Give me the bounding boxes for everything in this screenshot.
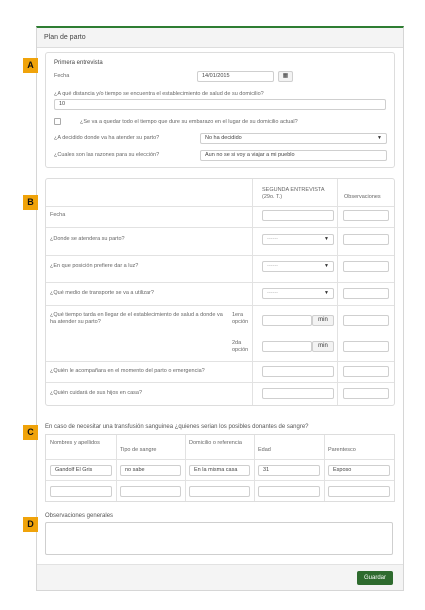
donante1-parentesco-input[interactable]: Esposo xyxy=(328,465,390,476)
header-parentesco: Parentesco xyxy=(328,447,356,453)
section-a: Primera entrevista Fecha 14/01/2015 ▦ ¿A… xyxy=(45,52,395,168)
primera-entrevista-heading: Primera entrevista xyxy=(54,60,103,66)
col-segunda-header: SEGUNDA ENTREVISTA (29o. T.) xyxy=(262,187,325,200)
opcion2-min-addon: min xyxy=(312,341,334,352)
section-a-badge: A xyxy=(23,58,38,73)
fecha-obs-input[interactable] xyxy=(343,210,389,221)
opcion1-obs-input[interactable] xyxy=(343,315,389,326)
razones-label: ¿Cuales son las razones para su elección… xyxy=(54,152,160,158)
quedar-label: ¿Se va a quedar todo el tiempo que dure … xyxy=(80,119,298,125)
donante1-tipo-input[interactable]: no sabe xyxy=(120,465,181,476)
donantes-question: En caso de necesitar una transfusión san… xyxy=(45,424,309,430)
row-cuidara-label: ¿Quién cuidará de sus hijos en casa? xyxy=(50,390,143,396)
section-c-badge: C xyxy=(23,425,38,440)
row-acompanara-label: ¿Quién le acompañara en el momento del p… xyxy=(50,368,205,374)
opcion1-min-addon: min xyxy=(312,315,334,326)
opcion2-obs-input[interactable] xyxy=(343,341,389,352)
opcion2-input[interactable] xyxy=(262,341,312,352)
donante1-edad-input[interactable]: 31 xyxy=(258,465,320,476)
distancia-label: ¿A qué distancia y/o tiempo se encuentra… xyxy=(54,91,264,97)
row-divider xyxy=(46,361,394,362)
atender-select[interactable]: No ha decidido xyxy=(200,133,387,144)
panel-title: Plan de parto xyxy=(37,28,403,48)
row-divider xyxy=(46,480,394,481)
row-posicion-label: ¿En que posición prefiere dar a luz? xyxy=(50,263,139,269)
section-b-badge: B xyxy=(23,195,38,210)
transporte-obs-input[interactable] xyxy=(343,288,389,299)
row-divider xyxy=(46,227,394,228)
col-divider xyxy=(185,435,186,501)
posicion-select[interactable]: ------ xyxy=(262,261,334,272)
row-divider xyxy=(46,255,394,256)
cuidara-input[interactable] xyxy=(262,388,334,399)
razones-input[interactable]: Aun no se si voy a viajar a mi pueblo xyxy=(200,150,387,161)
donante1-domicilio-input[interactable]: En la misma casa xyxy=(189,465,250,476)
section-d-badge: D xyxy=(23,517,38,532)
row-fecha-label: Fecha xyxy=(50,212,66,218)
header-domicilio: Domicilio o referencia xyxy=(189,440,242,446)
panel-footer xyxy=(37,564,403,590)
donante2-domicilio-input[interactable] xyxy=(189,486,250,497)
observaciones-generales-label: Observaciones generales xyxy=(45,513,114,519)
header-nombres: Nombres y apellidos xyxy=(50,440,100,446)
col-divider xyxy=(324,435,325,501)
row-divider xyxy=(46,382,394,383)
donde-select[interactable]: ------ xyxy=(262,234,334,245)
col-divider xyxy=(254,435,255,501)
col-divider xyxy=(252,179,253,405)
fecha-label: Fecha xyxy=(54,73,70,79)
distancia-input[interactable]: 10 xyxy=(54,99,386,110)
row-divider xyxy=(46,305,394,306)
donante2-nombre-input[interactable] xyxy=(50,486,112,497)
fecha2-input[interactable] xyxy=(262,210,334,221)
observaciones-generales-textarea[interactable] xyxy=(45,522,393,555)
col-divider xyxy=(116,435,117,501)
acompanara-input[interactable] xyxy=(262,366,334,377)
acompanara-obs-input[interactable] xyxy=(343,366,389,377)
donante1-nombre-input[interactable]: Gandolf El Gris xyxy=(50,465,112,476)
donante2-tipo-input[interactable] xyxy=(120,486,181,497)
header-edad: Edad xyxy=(258,447,271,453)
posicion-obs-input[interactable] xyxy=(343,261,389,272)
donante2-edad-input[interactable] xyxy=(258,486,320,497)
transporte-select[interactable]: ------ xyxy=(262,288,334,299)
col-divider xyxy=(337,179,338,405)
row-divider xyxy=(46,282,394,283)
opcion1-input[interactable] xyxy=(262,315,312,326)
fecha-input[interactable]: 14/01/2015 xyxy=(197,71,274,82)
row-divider xyxy=(46,206,394,207)
donde-obs-input[interactable] xyxy=(343,234,389,245)
quedar-checkbox[interactable] xyxy=(54,118,61,125)
guardar-button[interactable]: Guardar xyxy=(357,571,393,585)
opcion1-label: 1era opción xyxy=(232,312,249,325)
atender-label: ¿A decidido donde va ha atender su parto… xyxy=(54,135,160,141)
row-tiempo-label: ¿Qué tiempo tarda en llegar de el establ… xyxy=(50,312,223,325)
header-tipo-sangre: Tipo de sangre xyxy=(120,447,157,453)
section-b-grid: SEGUNDA ENTREVISTA (29o. T.) Observacion… xyxy=(45,178,395,406)
donantes-table: Nombres y apellidos Tipo de sangre Domic… xyxy=(45,434,395,502)
row-donde-label: ¿Donde se atendera su parto? xyxy=(50,236,125,242)
row-divider xyxy=(46,459,394,460)
row-transporte-label: ¿Qué medio de transporte se va a utiliza… xyxy=(50,290,154,296)
opcion2-label: 2da opción xyxy=(232,340,249,353)
col-observaciones-header: Observaciones xyxy=(344,194,381,200)
calendar-icon[interactable]: ▦ xyxy=(278,71,293,82)
cuidara-obs-input[interactable] xyxy=(343,388,389,399)
donante2-parentesco-input[interactable] xyxy=(328,486,390,497)
